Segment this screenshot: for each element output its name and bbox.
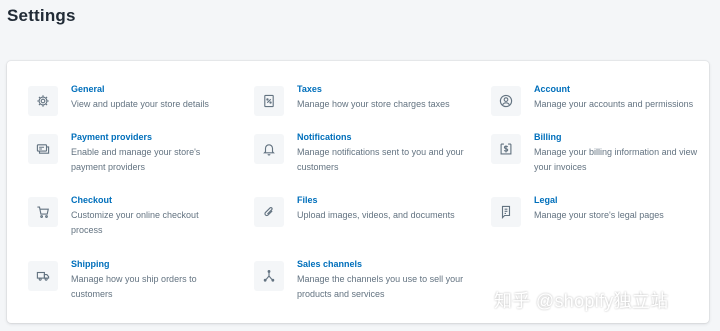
cart-icon [28,197,58,227]
settings-item-title[interactable]: Billing [534,131,701,143]
user-circle-icon [491,86,521,116]
settings-item-description: Manage notifications sent to you and you… [297,147,464,172]
settings-item-shipping[interactable]: Shipping Manage how you ship orders to c… [28,258,228,302]
settings-item-account[interactable]: Account Manage your accounts and permiss… [491,83,701,116]
settings-item-checkout[interactable]: Checkout Customize your online checkout … [28,194,228,238]
settings-item-title[interactable]: Shipping [71,258,228,270]
settings-item-description: Manage your accounts and permissions [534,99,694,109]
payment-card-icon [28,134,58,164]
settings-item-title[interactable]: Legal [534,194,664,206]
watermark: 知乎 @shopify独立站 [494,291,669,311]
settings-card: General View and update your store detai… [7,61,709,323]
settings-item-title[interactable]: Files [297,194,455,206]
settings-item-description: Manage how your store charges taxes [297,99,450,109]
settings-item-title[interactable]: Payment providers [71,131,228,143]
settings-item-description: Upload images, videos, and documents [297,210,455,220]
gear-icon [28,86,58,116]
settings-item-title[interactable]: Notifications [297,131,464,143]
billing-dollar-icon [491,134,521,164]
settings-item-sales-channels[interactable]: Sales channels Manage the channels you u… [254,258,464,302]
settings-item-notifications[interactable]: Notifications Manage notifications sent … [254,131,464,175]
bell-icon [254,134,284,164]
settings-item-description: Manage the channels you use to sell your… [297,274,464,299]
settings-item-general[interactable]: General View and update your store detai… [28,83,228,116]
settings-item-payment-providers[interactable]: Payment providers Enable and manage your… [28,131,228,175]
truck-icon [28,261,58,291]
settings-item-description: Customize your online checkout process [71,210,199,235]
settings-item-title[interactable]: Taxes [297,83,450,95]
tax-receipt-icon [254,86,284,116]
settings-item-taxes[interactable]: Taxes Manage how your store charges taxe… [254,83,464,116]
paperclip-icon [254,197,284,227]
settings-item-title[interactable]: Sales channels [297,258,464,270]
settings-item-billing[interactable]: Billing Manage your billing information … [491,131,701,175]
sales-channels-icon [254,261,284,291]
settings-item-title[interactable]: Account [534,83,693,95]
settings-item-description: Manage how you ship orders to customers [71,274,197,299]
settings-page: Settings General View and update your st… [0,0,720,331]
settings-item-files[interactable]: Files Upload images, videos, and documen… [254,194,464,227]
settings-item-description: Manage your billing information and view… [534,147,698,172]
settings-item-title[interactable]: Checkout [71,194,228,206]
legal-document-icon [491,197,521,227]
settings-item-description: Enable and manage your store's payment p… [71,147,201,172]
settings-item-title[interactable]: General [71,83,209,95]
page-title: Settings [7,6,76,25]
settings-item-description: View and update your store details [71,99,209,109]
settings-item-legal[interactable]: Legal Manage your store's legal pages [491,194,701,227]
settings-item-description: Manage your store's legal pages [534,210,664,220]
